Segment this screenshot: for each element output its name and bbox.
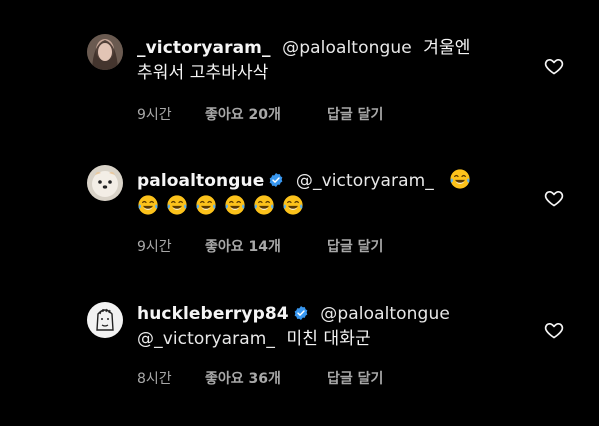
mention-link[interactable]: @paloaltongue: [282, 38, 412, 58]
mention-link[interactable]: @paloaltongue: [320, 304, 450, 324]
tears-of-joy-emoji: [196, 195, 216, 215]
likes-count[interactable]: 좋아요 36개: [205, 368, 327, 388]
tears-of-joy-emoji: [138, 195, 158, 215]
likes-count[interactable]: 좋아요 14개: [205, 236, 327, 256]
username-link[interactable]: huckleberryp84: [137, 304, 289, 324]
verified-badge-icon: [270, 173, 283, 187]
heart-outline-icon[interactable]: [544, 56, 564, 76]
comment-body: 겨울엔: [423, 38, 471, 58]
mention-link[interactable]: @_victoryaram_: [296, 171, 434, 191]
comment-text: huckleberryp84 @paloaltongue @_victoryar…: [137, 302, 517, 352]
tears-of-joy-emoji: [225, 195, 245, 215]
tears-of-joy-emoji: [254, 195, 274, 215]
avatar[interactable]: [87, 34, 123, 70]
likes-count[interactable]: 좋아요 20개: [205, 104, 327, 124]
tears-of-joy-emoji: [283, 195, 303, 215]
avatar[interactable]: [87, 165, 123, 201]
tears-of-joy-emoji: [450, 169, 471, 189]
avatar[interactable]: [87, 302, 123, 338]
username-link[interactable]: _victoryaram_: [137, 38, 271, 58]
comment-body: 추워서 고추바사삭: [137, 63, 269, 83]
reply-button[interactable]: 답글 달기: [327, 104, 383, 124]
username-link[interactable]: paloaltongue: [137, 171, 264, 191]
heart-outline-icon[interactable]: [544, 188, 564, 208]
comment-meta: 9시간 좋아요 14개 답글 달기: [137, 236, 383, 256]
timestamp[interactable]: 9시간: [137, 236, 205, 256]
reply-button[interactable]: 답글 달기: [327, 368, 383, 388]
heart-outline-icon[interactable]: [544, 320, 564, 340]
mention-link[interactable]: @_victoryaram_: [137, 329, 275, 349]
comment-text: paloaltongue @_victoryaram_: [137, 168, 517, 220]
comment-body: 미친 대화군: [286, 329, 371, 349]
comment-meta: 8시간 좋아요 36개 답글 달기: [137, 368, 383, 388]
comment-meta: 9시간 좋아요 20개 답글 달기: [137, 104, 383, 124]
timestamp[interactable]: 9시간: [137, 104, 205, 124]
comment-text: _victoryaram_ @paloaltongue 겨울엔 추워서 고추바사…: [137, 36, 517, 86]
reply-button[interactable]: 답글 달기: [327, 236, 383, 256]
timestamp[interactable]: 8시간: [137, 368, 205, 388]
verified-badge-icon: [294, 306, 308, 320]
tears-of-joy-emoji: [167, 195, 187, 215]
